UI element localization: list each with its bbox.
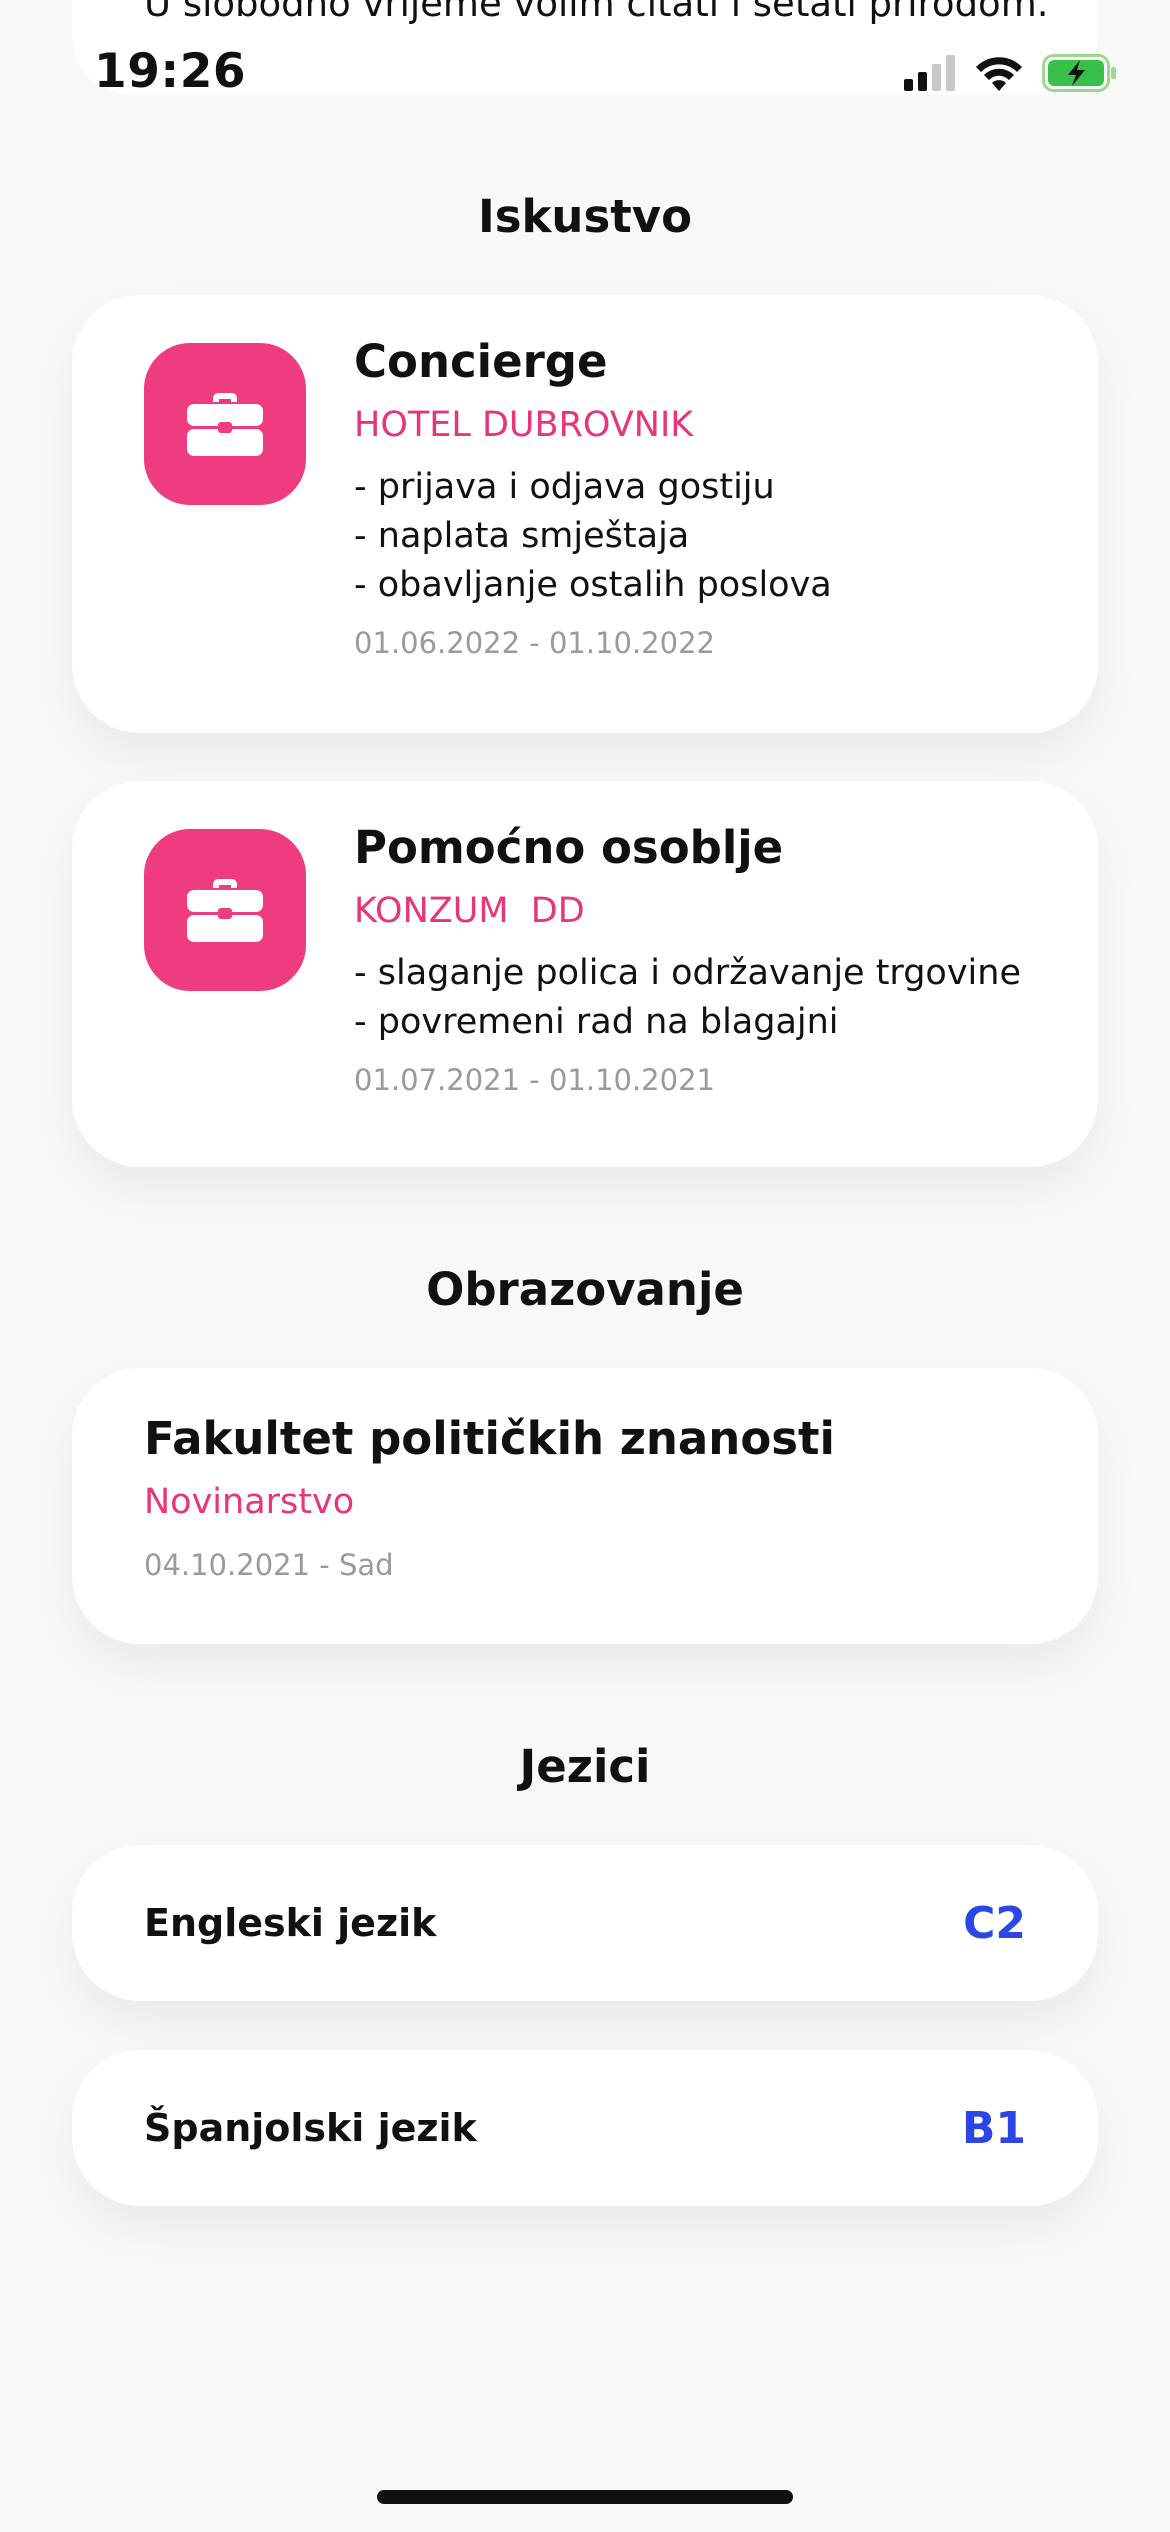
- experience-card[interactable]: Concierge HOTEL DUBROVNIK - prijava i od…: [72, 295, 1098, 733]
- job-duty: - prijava i odjava gostiju: [354, 466, 775, 507]
- briefcase-icon: [144, 829, 306, 991]
- job-title: Pomoćno osoblje: [354, 821, 784, 874]
- job-dates: 01.07.2021 - 01.10.2021: [354, 1062, 715, 1097]
- job-duty: - naplata smještaja: [354, 515, 690, 556]
- experience-card[interactable]: Pomoćno osoblje KONZUM DD - slaganje pol…: [72, 781, 1098, 1167]
- language-name: Engleski jezik: [144, 1901, 437, 1945]
- experience-section-title: Iskustvo: [477, 190, 693, 243]
- job-company: KONZUM DD: [354, 890, 585, 931]
- status-bar: 19:26: [0, 0, 1170, 150]
- battery-charging-icon: [1042, 54, 1116, 92]
- job-duties: - slaganje polica i održavanje trgovine …: [354, 949, 1038, 1047]
- education-institution: Fakultet političkih znanosti: [144, 1412, 835, 1465]
- status-time: 19:26: [94, 44, 247, 99]
- language-level: C2: [963, 1897, 1026, 1949]
- education-section-title: Obrazovanje: [426, 1263, 744, 1316]
- job-dates: 01.06.2022 - 01.10.2022: [354, 625, 715, 660]
- job-duty: - povremeni rad na blagajni: [354, 1001, 839, 1042]
- job-duties: - prijava i odjava gostiju - naplata smj…: [354, 463, 1038, 610]
- language-name: Španjolski jezik: [144, 2106, 477, 2150]
- languages-section-title: Jezici: [519, 1740, 651, 1793]
- language-card[interactable]: Engleski jezik C2: [72, 1845, 1098, 2001]
- job-duty: - slaganje polica i održavanje trgovine: [354, 952, 1021, 993]
- job-title: Concierge: [354, 335, 608, 388]
- briefcase-icon: [144, 343, 306, 505]
- language-level: B1: [961, 2102, 1026, 2154]
- language-card[interactable]: Španjolski jezik B1: [72, 2050, 1098, 2206]
- signal-icon: [904, 55, 955, 91]
- home-indicator[interactable]: [377, 2490, 793, 2504]
- education-field: Novinarstvo: [144, 1481, 355, 1522]
- job-company: HOTEL DUBROVNIK: [354, 404, 694, 445]
- wifi-icon: [976, 57, 1022, 91]
- education-dates: 04.10.2021 - Sad: [144, 1547, 394, 1582]
- status-icons: [904, 54, 1118, 92]
- education-card[interactable]: Fakultet političkih znanosti Novinarstvo…: [72, 1368, 1098, 1644]
- job-duty: - obavljanje ostalih poslova: [354, 564, 832, 605]
